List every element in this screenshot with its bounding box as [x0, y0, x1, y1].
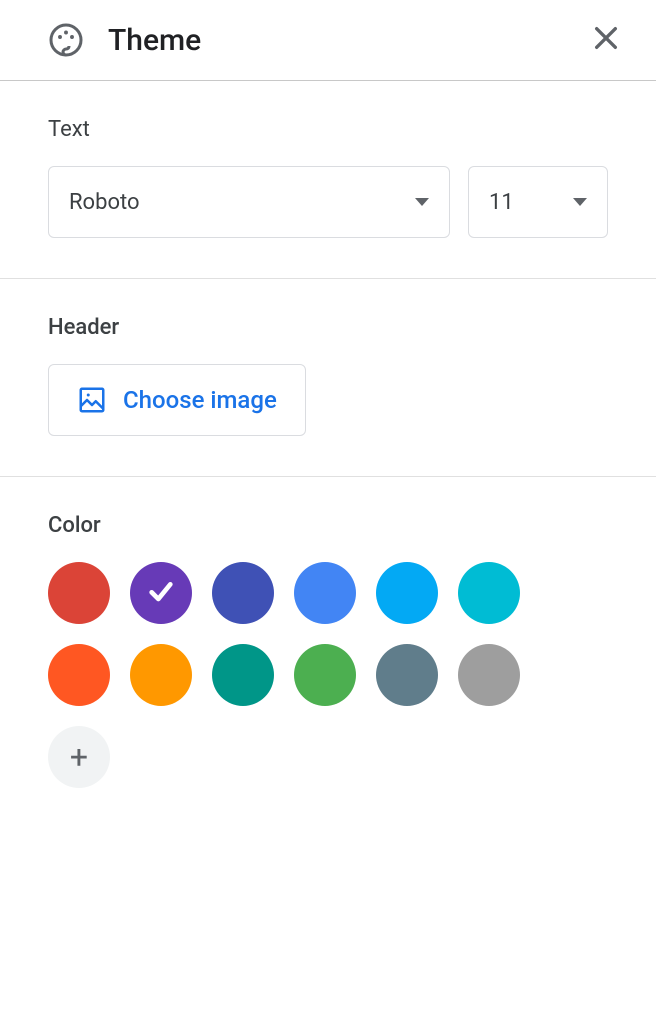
color-swatch-10[interactable]: [376, 644, 438, 706]
font-size-select[interactable]: 11: [468, 166, 608, 238]
color-swatch-3[interactable]: [294, 562, 356, 624]
color-swatch-9[interactable]: [294, 644, 356, 706]
color-swatch-0[interactable]: [48, 562, 110, 624]
check-icon: [145, 575, 177, 611]
color-swatch-2[interactable]: [212, 562, 274, 624]
panel-title: Theme: [108, 23, 560, 58]
color-swatch-6[interactable]: [48, 644, 110, 706]
font-select-value: Roboto: [69, 190, 403, 215]
text-section: Text Roboto 11: [0, 81, 656, 279]
font-select[interactable]: Roboto: [48, 166, 450, 238]
image-icon: [77, 385, 107, 415]
color-section: Color +: [0, 477, 656, 828]
header-section-label: Header: [48, 315, 608, 340]
choose-image-button[interactable]: Choose image: [48, 364, 306, 436]
chevron-down-icon: [415, 198, 429, 206]
color-swatch-1[interactable]: [130, 562, 192, 624]
font-size-value: 11: [489, 190, 561, 215]
choose-image-label: Choose image: [123, 386, 277, 414]
plus-icon: +: [70, 741, 88, 773]
header-section: Header Choose image: [0, 279, 656, 477]
text-controls-row: Roboto 11: [48, 166, 608, 238]
color-grid: +: [48, 562, 568, 788]
panel-header: Theme: [0, 0, 656, 81]
theme-panel: Theme Text Roboto 11 Header: [0, 0, 656, 1024]
color-swatch-11[interactable]: [458, 644, 520, 706]
color-swatch-8[interactable]: [212, 644, 274, 706]
chevron-down-icon: [573, 198, 587, 206]
color-swatch-7[interactable]: [130, 644, 192, 706]
text-section-label: Text: [48, 117, 608, 142]
close-button[interactable]: [584, 18, 628, 62]
color-swatch-4[interactable]: [376, 562, 438, 624]
add-color-button[interactable]: +: [48, 726, 110, 788]
palette-icon: [48, 22, 84, 58]
color-section-label: Color: [48, 513, 608, 538]
close-icon: [590, 22, 622, 58]
color-swatch-5[interactable]: [458, 562, 520, 624]
